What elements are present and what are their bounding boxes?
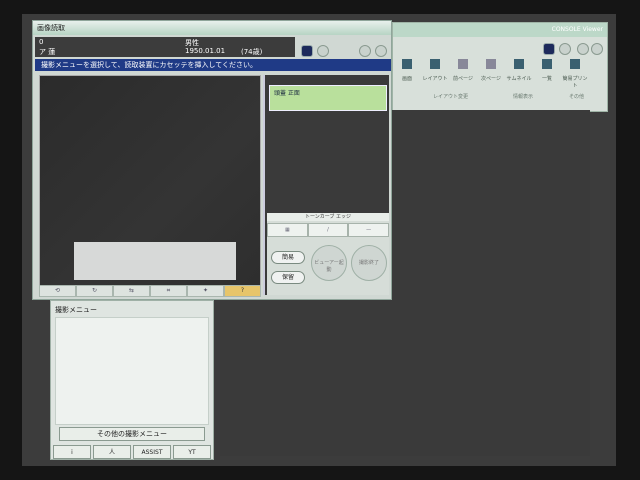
patient-birthdate: 1950.01.01 xyxy=(185,47,226,55)
monitor-screen: CONSOLE Viewer 画面 レイアウト 前ページ 次ページ サムネイル … xyxy=(22,14,616,466)
grid-icon[interactable]: ▦ xyxy=(267,223,308,237)
other-menu-button[interactable]: その他の撮影メニュー xyxy=(59,427,205,441)
kantan-button[interactable]: 簡易 xyxy=(271,251,305,264)
minus-icon[interactable]: — xyxy=(348,223,390,237)
info-button[interactable]: i xyxy=(53,445,91,459)
menu-title: 撮影メニュー xyxy=(55,306,97,314)
processing-row: ▦ / — xyxy=(267,223,390,237)
group-label-layout: レイアウト変更 xyxy=(433,94,469,100)
end-exam-button[interactable]: 撮影終了 xyxy=(351,245,387,281)
prev-page-icon xyxy=(458,59,468,69)
toolbar-button[interactable]: 前ページ xyxy=(449,53,477,93)
toolbar-button[interactable]: 画面 xyxy=(393,53,421,93)
screen-icon xyxy=(402,59,412,69)
adjust-icon[interactable]: ✦ xyxy=(187,285,224,297)
viewer-window: CONSOLE Viewer 画面 レイアウト 前ページ 次ページ サムネイル … xyxy=(392,22,608,112)
user-button[interactable]: 人 xyxy=(93,445,131,459)
toolbar-button[interactable]: 一覧 xyxy=(533,53,561,93)
settings-icon[interactable] xyxy=(317,45,329,57)
help-icon[interactable]: ? xyxy=(224,285,261,297)
eject-icon[interactable] xyxy=(375,45,387,57)
patient-id: 0 xyxy=(39,38,44,46)
print-icon xyxy=(570,59,580,69)
dialog-title: 画像読取 xyxy=(33,21,391,35)
toolbar-button[interactable]: 次ページ xyxy=(477,53,505,93)
viewer-start-button[interactable]: ビューアー起動 xyxy=(311,245,347,281)
menu-footer: i 人 ASSIST YT xyxy=(51,445,213,459)
menu-list[interactable] xyxy=(55,317,209,425)
undo-icon[interactable]: ⟲ xyxy=(39,285,76,297)
patient-name: ア 蓮 xyxy=(39,48,56,56)
patient-age: (74歳) xyxy=(241,48,263,56)
protocol-panel: 頭蓋 正面 トーンカーブ エッジ ▦ / — 簡易 保留 ビューアー起動 撮影終… xyxy=(263,75,390,295)
eject-icon[interactable] xyxy=(591,43,603,55)
thumbnail-icon xyxy=(514,59,524,69)
image-preview xyxy=(39,75,261,287)
monitor-icon[interactable] xyxy=(301,45,313,57)
next-page-icon xyxy=(486,59,496,69)
image-read-dialog: 画像読取 0 ア 蓮 男性 1950.01.01 (74歳) 撮影メニューを選択… xyxy=(32,20,392,300)
viewer-title: CONSOLE Viewer xyxy=(393,23,607,37)
toolbar-button[interactable]: サムネイル xyxy=(505,53,533,93)
processing-controls: トーンカーブ エッジ ▦ / — 簡易 保留 ビューアー起動 撮影終了 xyxy=(267,213,390,295)
exam-menu-panel: 撮影メニュー その他の撮影メニュー i 人 ASSIST YT xyxy=(50,300,214,460)
back-icon[interactable] xyxy=(359,45,371,57)
edit-icon[interactable]: / xyxy=(307,223,349,237)
preview-label-area xyxy=(74,242,236,280)
yt-button[interactable]: YT xyxy=(173,445,211,459)
instruction-message: 撮影メニューを選択して、読取装置にカセッテを挿入してください。 xyxy=(35,59,391,71)
assist-button[interactable]: ASSIST xyxy=(133,445,171,459)
patient-info-bar: 0 ア 蓮 男性 1950.01.01 (74歳) xyxy=(35,37,295,57)
protocol-item[interactable]: 頭蓋 正面 xyxy=(269,85,387,111)
list-icon xyxy=(542,59,552,69)
crop-icon[interactable]: ⌗ xyxy=(150,285,187,297)
group-label-other: その他 xyxy=(569,94,585,100)
processing-strip: トーンカーブ エッジ xyxy=(267,213,389,221)
image-toolbar: ⟲ ↻ ⇆ ⌗ ✦ ? xyxy=(39,285,261,297)
toolbar-button[interactable]: レイアウト xyxy=(421,53,449,93)
toolbar-button[interactable]: 簡易プリント xyxy=(561,53,589,93)
group-label-display: 情報表示 xyxy=(513,94,534,100)
flip-icon[interactable]: ⇆ xyxy=(113,285,150,297)
layout-icon xyxy=(430,59,440,69)
hold-button[interactable]: 保留 xyxy=(271,271,305,284)
rotate-icon[interactable]: ↻ xyxy=(76,285,113,297)
